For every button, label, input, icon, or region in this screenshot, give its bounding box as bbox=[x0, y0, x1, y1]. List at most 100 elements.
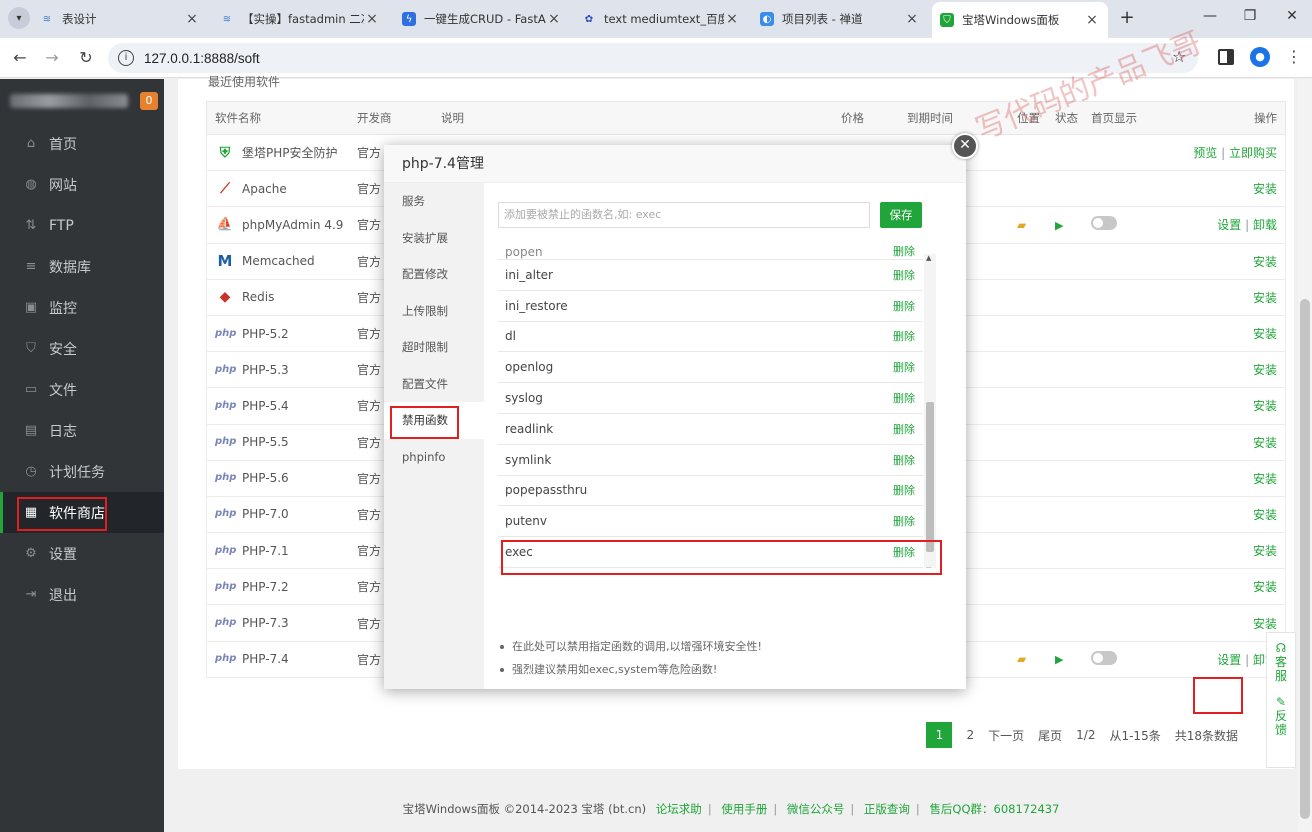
sidebar-item[interactable]: ◍ 网站 bbox=[0, 164, 164, 205]
tab-close-icon[interactable]: × bbox=[904, 11, 920, 27]
sidebar-item[interactable]: ⛉ 安全 bbox=[0, 328, 164, 369]
browser-tab[interactable]: ⛉ 宝塔Windows面板 × bbox=[932, 2, 1108, 38]
play-icon[interactable]: ▶ bbox=[1055, 652, 1091, 666]
minimize-button[interactable]: — bbox=[1200, 8, 1220, 24]
browser-tab[interactable]: ≋ 表设计 × bbox=[32, 4, 208, 34]
op-primary-link[interactable]: 设置 bbox=[1217, 218, 1241, 232]
op-primary-link[interactable]: 安装 bbox=[1253, 399, 1277, 413]
home-display-toggle[interactable] bbox=[1091, 216, 1151, 233]
home-display-toggle[interactable] bbox=[1091, 650, 1151, 668]
list-scrollbar[interactable]: ▲ ▼ bbox=[924, 254, 936, 568]
footer-link-wechat[interactable]: 微信公众号 bbox=[787, 802, 845, 816]
page-scrollbar[interactable] bbox=[1298, 79, 1312, 832]
forward-icon[interactable]: → bbox=[42, 48, 62, 67]
side-panel-icon[interactable] bbox=[1218, 49, 1234, 65]
browser-tab[interactable]: ≋ 【实操】fastadmin 二次 × bbox=[212, 4, 388, 34]
page-1[interactable]: 1 bbox=[926, 722, 953, 748]
sidebar-item[interactable]: ⚙ 设置 bbox=[0, 533, 164, 574]
tab-close-icon[interactable]: × bbox=[184, 11, 200, 27]
dialog-nav-item[interactable]: phpinfo bbox=[384, 439, 484, 476]
scroll-down-icon[interactable]: ▼ bbox=[926, 566, 931, 568]
folder-icon[interactable]: ▰ bbox=[1017, 218, 1055, 232]
page-scrollbar-thumb[interactable] bbox=[1300, 299, 1310, 819]
op-primary-link[interactable]: 安装 bbox=[1253, 182, 1277, 196]
sidebar-item[interactable]: ⌂ 首页 bbox=[0, 123, 164, 164]
delete-button[interactable]: 删除 bbox=[893, 421, 915, 437]
dialog-close-icon[interactable]: ✕ bbox=[952, 133, 978, 159]
sidebar-item[interactable]: ⇥ 退出 bbox=[0, 574, 164, 615]
dialog-nav-item[interactable]: 超时限制 bbox=[384, 329, 484, 366]
op-primary-link[interactable]: 安装 bbox=[1253, 544, 1277, 558]
url-bar[interactable]: i 127.0.0.1:8888/soft bbox=[108, 43, 1198, 73]
footer-link-manual[interactable]: 使用手册 bbox=[721, 802, 767, 816]
dialog-nav-item[interactable]: 禁用函数 bbox=[384, 402, 484, 439]
op-primary-link[interactable]: 安装 bbox=[1253, 508, 1277, 522]
sidebar-item[interactable]: ▣ 监控 bbox=[0, 287, 164, 328]
op-primary-link[interactable]: 安装 bbox=[1253, 255, 1277, 269]
sidebar-item[interactable]: ⇅ FTP bbox=[0, 205, 164, 246]
delete-button[interactable]: 删除 bbox=[893, 513, 915, 529]
save-button[interactable]: 保存 bbox=[880, 202, 922, 228]
dialog-nav-item[interactable]: 配置文件 bbox=[384, 366, 484, 403]
browser-menu-icon[interactable]: ⋮ bbox=[1286, 47, 1302, 66]
op-primary-link[interactable]: 安装 bbox=[1253, 617, 1277, 631]
sidebar-item[interactable]: ◷ 计划任务 bbox=[0, 451, 164, 492]
tab-close-icon[interactable]: × bbox=[364, 11, 380, 27]
site-info-icon[interactable]: i bbox=[118, 50, 134, 66]
delete-button[interactable]: 删除 bbox=[893, 452, 915, 468]
delete-button[interactable]: 删除 bbox=[893, 298, 915, 314]
sidebar-item[interactable]: ▭ 文件 bbox=[0, 369, 164, 410]
op-primary-link[interactable]: 安装 bbox=[1253, 472, 1277, 486]
op-primary-link[interactable]: 预览 bbox=[1193, 146, 1217, 160]
service-button[interactable]: ☊ 客服 bbox=[1274, 641, 1288, 683]
footer-link-forum[interactable]: 论坛求助 bbox=[656, 802, 702, 816]
list-scrollbar-thumb[interactable] bbox=[926, 402, 934, 552]
browser-tab[interactable]: ϟ 一键生成CRUD - FastA × bbox=[394, 4, 570, 34]
tab-close-icon[interactable]: × bbox=[546, 11, 562, 27]
folder-icon[interactable]: ▰ bbox=[1017, 652, 1055, 666]
op-primary-link[interactable]: 安装 bbox=[1253, 580, 1277, 594]
op-primary-link[interactable]: 安装 bbox=[1253, 327, 1277, 341]
browser-tab[interactable]: ✿ text mediumtext_百度 × bbox=[574, 4, 748, 34]
op-primary-link[interactable]: 安装 bbox=[1253, 436, 1277, 450]
close-window-button[interactable]: ✕ bbox=[1282, 8, 1302, 24]
new-tab-button[interactable]: + bbox=[1116, 8, 1138, 30]
delete-button[interactable]: 删除 bbox=[893, 544, 915, 560]
footer-link-genuine[interactable]: 正版查询 bbox=[864, 802, 910, 816]
op-secondary-link[interactable]: 卸载 bbox=[1253, 218, 1277, 232]
scroll-up-icon[interactable]: ▲ bbox=[926, 254, 931, 262]
tab-close-icon[interactable]: × bbox=[724, 11, 740, 27]
sidebar-item[interactable]: ≡ 数据库 bbox=[0, 246, 164, 287]
delete-button[interactable]: 删除 bbox=[893, 482, 915, 498]
page-2[interactable]: 2 bbox=[966, 728, 974, 742]
next-page-button[interactable]: 下一页 bbox=[988, 727, 1024, 744]
op-secondary-link[interactable]: 立即购买 bbox=[1229, 146, 1277, 160]
dialog-nav-item[interactable]: 服务 bbox=[384, 183, 484, 220]
op-primary-link[interactable]: 设置 bbox=[1217, 653, 1241, 667]
reload-icon[interactable]: ↻ bbox=[76, 48, 96, 67]
tab-search-icon[interactable]: ▾ bbox=[8, 7, 30, 29]
dialog-nav-item[interactable]: 配置修改 bbox=[384, 256, 484, 293]
delete-button[interactable]: 删除 bbox=[893, 243, 915, 259]
back-icon[interactable]: ← bbox=[10, 48, 30, 67]
op-primary-link[interactable]: 安装 bbox=[1253, 291, 1277, 305]
play-icon[interactable]: ▶ bbox=[1055, 218, 1091, 232]
tab-close-icon[interactable]: × bbox=[1084, 12, 1100, 28]
maximize-button[interactable]: ❐ bbox=[1240, 8, 1260, 24]
footer-link-qq[interactable]: 售后QQ群：608172437 bbox=[929, 802, 1059, 816]
sidebar-item[interactable]: ▤ 日志 bbox=[0, 410, 164, 451]
function-name-input[interactable]: 添加要被禁止的函数名,如: exec bbox=[498, 202, 870, 228]
notification-badge[interactable]: 0 bbox=[140, 92, 158, 110]
last-page-button[interactable]: 尾页 bbox=[1038, 727, 1062, 744]
profile-avatar[interactable]: ● bbox=[1250, 47, 1270, 67]
dialog-nav-item[interactable]: 上传限制 bbox=[384, 293, 484, 330]
sidebar-item[interactable]: ▦ 软件商店 bbox=[0, 492, 164, 533]
delete-button[interactable]: 删除 bbox=[893, 267, 915, 283]
op-primary-link[interactable]: 安装 bbox=[1253, 363, 1277, 377]
feedback-button[interactable]: ✎ 反馈 bbox=[1274, 695, 1288, 737]
delete-button[interactable]: 删除 bbox=[893, 390, 915, 406]
dialog-nav-item[interactable]: 安装扩展 bbox=[384, 220, 484, 257]
delete-button[interactable]: 删除 bbox=[893, 328, 915, 344]
delete-button[interactable]: 删除 bbox=[893, 359, 915, 375]
browser-tab[interactable]: ◐ 项目列表 - 禅道 × bbox=[752, 4, 928, 34]
